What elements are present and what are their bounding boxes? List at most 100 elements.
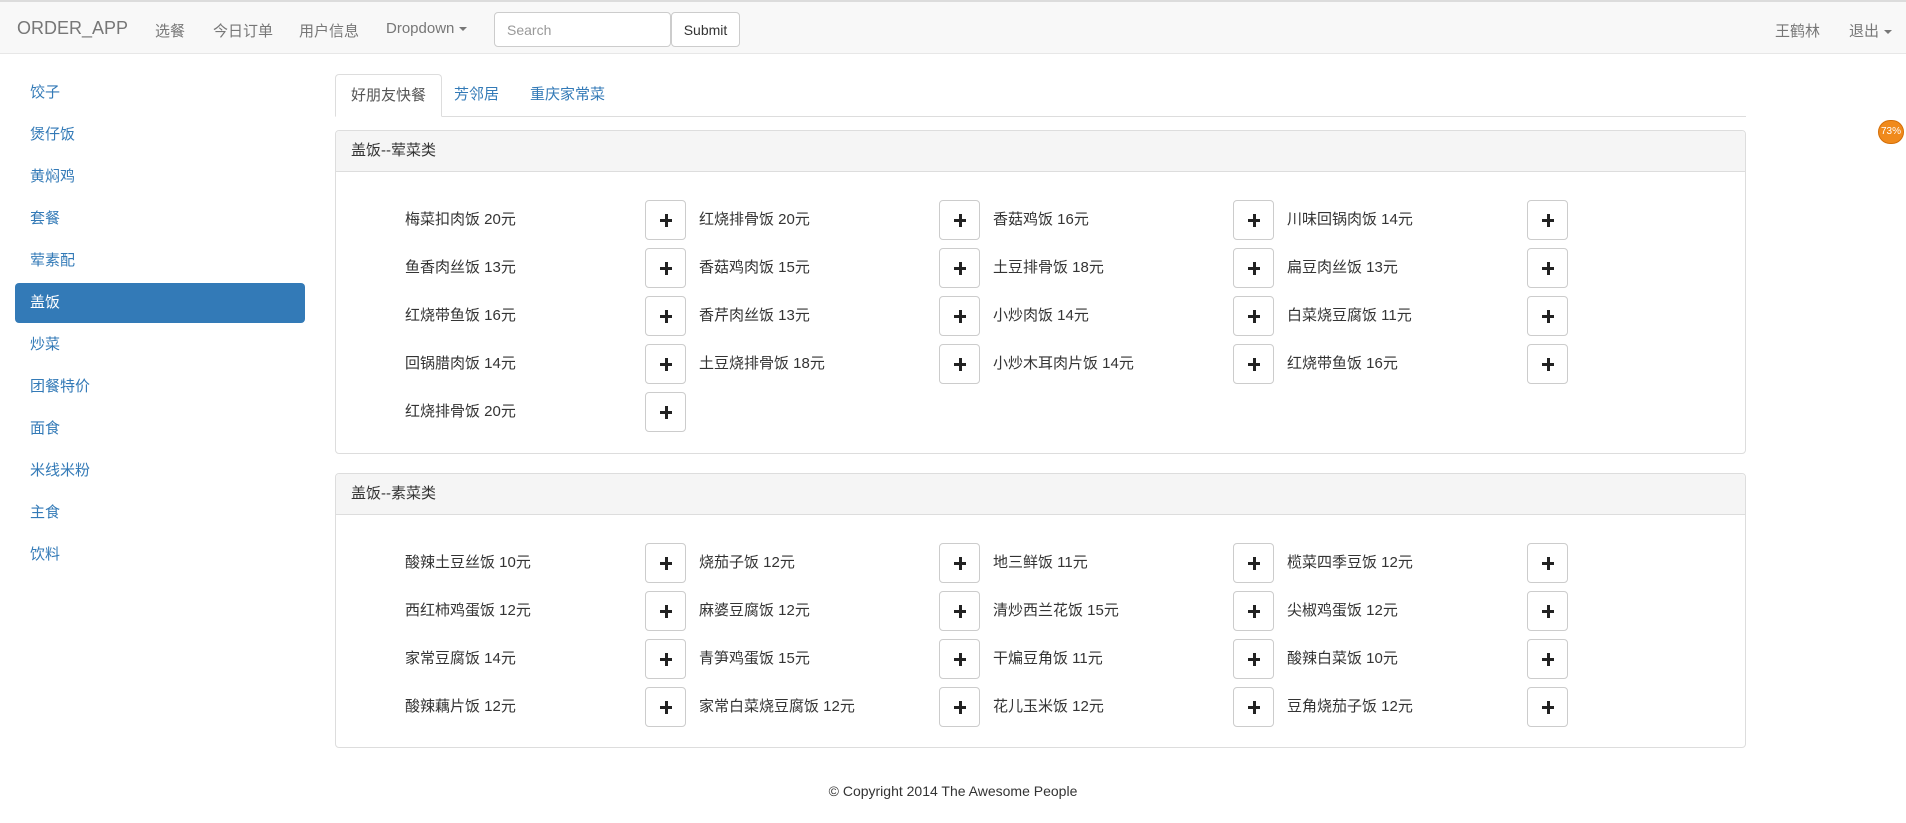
add-dish-button[interactable] — [645, 296, 686, 336]
add-dish-button[interactable] — [1233, 543, 1274, 583]
sidebar-item[interactable]: 套餐 — [15, 199, 305, 239]
sidebar-item[interactable]: 面食 — [15, 409, 305, 449]
panel-meat-dishes: 盖饭--荤菜类 梅菜扣肉饭 20元 红烧排骨饭 20元 香菇鸡饭 16元 川味回锅肉饭… — [335, 130, 1746, 454]
add-dish-button[interactable] — [939, 639, 980, 679]
add-dish-button[interactable] — [939, 543, 980, 583]
nav-link-select-meal[interactable]: 选餐 — [155, 20, 185, 41]
dish-label: 回锅腊肉饭 14元 — [405, 355, 516, 372]
submit-button[interactable]: Submit — [671, 12, 740, 47]
dish-label: 红烧排骨饭 20元 — [405, 403, 516, 420]
add-dish-button[interactable] — [645, 248, 686, 288]
dish-label: 白菜烧豆腐饭 11元 — [1287, 307, 1412, 324]
dish-label: 红烧带鱼饭 16元 — [405, 307, 516, 324]
sidebar-item[interactable]: 团餐特价 — [15, 367, 305, 407]
dish-label: 红烧排骨饭 20元 — [699, 211, 810, 228]
dish-label: 小炒肉饭 14元 — [993, 307, 1089, 324]
dish-label: 麻婆豆腐饭 12元 — [699, 602, 810, 619]
dish-label: 香菇鸡饭 16元 — [993, 211, 1089, 228]
dish-label: 扁豆肉丝饭 13元 — [1287, 259, 1398, 276]
dish-label: 西红柿鸡蛋饭 12元 — [405, 602, 531, 619]
dish-label: 酸辣白菜饭 10元 — [1287, 650, 1398, 667]
dish-label: 家常白菜烧豆腐饭 12元 — [699, 698, 855, 715]
add-dish-button[interactable] — [1233, 687, 1274, 727]
add-dish-button[interactable] — [1527, 344, 1568, 384]
sidebar-item[interactable]: 炒菜 — [15, 325, 305, 365]
add-dish-button[interactable] — [1233, 639, 1274, 679]
sidebar-item[interactable]: 盖饭 — [15, 283, 305, 323]
tab-fanglinju[interactable]: 芳邻居 — [439, 74, 514, 117]
dish-label: 榄菜四季豆饭 12元 — [1287, 554, 1413, 571]
restaurant-tabs: 好朋友快餐 芳邻居 重庆家常菜 — [335, 74, 1746, 117]
logout-label: 退出 — [1849, 23, 1880, 40]
dish-label: 干煸豆角饭 11元 — [993, 650, 1103, 667]
dish-label: 青笋鸡蛋饭 15元 — [699, 650, 810, 667]
dish-label: 香芹肉丝饭 13元 — [699, 307, 810, 324]
add-dish-button[interactable] — [645, 344, 686, 384]
add-dish-button[interactable] — [1233, 200, 1274, 240]
dish-label: 家常豆腐饭 14元 — [405, 650, 516, 667]
dish-label: 地三鲜饭 11元 — [993, 554, 1088, 571]
caret-down-icon — [459, 27, 468, 32]
nav-dropdown-label: Dropdown — [386, 20, 455, 37]
tab-chongqing[interactable]: 重庆家常菜 — [515, 74, 620, 117]
panel-title: 盖饭--荤菜类 — [336, 131, 1745, 172]
add-dish-button[interactable] — [939, 296, 980, 336]
panel-vegetable-dishes: 盖饭--素菜类 酸辣土豆丝饭 10元 烧茄子饭 12元 地三鲜饭 11元 榄菜四季豆饭… — [335, 473, 1746, 748]
dish-label: 花儿玉米饭 12元 — [993, 698, 1104, 715]
add-dish-button[interactable] — [1233, 344, 1274, 384]
add-dish-button[interactable] — [1527, 248, 1568, 288]
sidebar-item[interactable]: 主食 — [15, 493, 305, 533]
dish-label: 梅菜扣肉饭 20元 — [405, 211, 516, 228]
add-dish-button[interactable] — [645, 639, 686, 679]
dish-label: 小炒木耳肉片饭 14元 — [993, 355, 1134, 372]
dish-label: 红烧带鱼饭 16元 — [1287, 355, 1398, 372]
add-dish-button[interactable] — [939, 344, 980, 384]
floating-progress-badge[interactable]: 73% — [1878, 120, 1904, 144]
sidebar-item[interactable]: 饮料 — [15, 535, 305, 575]
caret-down-icon — [1884, 30, 1893, 35]
dish-label: 烧茄子饭 12元 — [699, 554, 795, 571]
navbar: ORDER_APP 选餐 今日订单 用户信息 Dropdown Submit 王… — [0, 0, 1906, 54]
add-dish-button[interactable] — [1527, 687, 1568, 727]
add-dish-button[interactable] — [1527, 591, 1568, 631]
add-dish-button[interactable] — [1527, 639, 1568, 679]
add-dish-button[interactable] — [1527, 296, 1568, 336]
dish-label: 香菇鸡肉饭 15元 — [699, 259, 810, 276]
add-dish-button[interactable] — [939, 200, 980, 240]
brand-logo[interactable]: ORDER_APP — [17, 18, 128, 39]
add-dish-button[interactable] — [939, 248, 980, 288]
add-dish-button[interactable] — [645, 392, 686, 432]
sidebar-item[interactable]: 米线米粉 — [15, 451, 305, 491]
search-input[interactable] — [494, 12, 671, 47]
add-dish-button[interactable] — [939, 591, 980, 631]
add-dish-button[interactable] — [1233, 296, 1274, 336]
add-dish-button[interactable] — [1233, 248, 1274, 288]
tab-haopengyou[interactable]: 好朋友快餐 — [335, 74, 443, 117]
dish-label: 豆角烧茄子饭 12元 — [1287, 698, 1413, 715]
dish-label: 尖椒鸡蛋饭 12元 — [1287, 602, 1398, 619]
dish-label: 清炒西兰花饭 15元 — [993, 602, 1119, 619]
sidebar-item[interactable]: 荤素配 — [15, 241, 305, 281]
sidebar-category-nav: 饺子 煲仔饭 黄焖鸡 套餐 荤素配 盖饭 炒菜 团餐特价 面食 米线米粉 主食 饮料 — [15, 73, 305, 577]
add-dish-button[interactable] — [645, 200, 686, 240]
footer-copyright: © Copyright 2014 The Awesome People — [828, 783, 1078, 799]
nav-link-user-info[interactable]: 用户信息 — [299, 20, 359, 41]
add-dish-button[interactable] — [645, 687, 686, 727]
add-dish-button[interactable] — [645, 543, 686, 583]
panel-title: 盖饭--素菜类 — [336, 474, 1745, 515]
user-name[interactable]: 王鹤林 — [1775, 20, 1820, 41]
dish-label: 土豆烧排骨饭 18元 — [699, 355, 825, 372]
add-dish-button[interactable] — [1527, 200, 1568, 240]
add-dish-button[interactable] — [1527, 543, 1568, 583]
logout-dropdown[interactable]: 退出 — [1849, 20, 1893, 41]
add-dish-button[interactable] — [1233, 591, 1274, 631]
nav-link-today-orders[interactable]: 今日订单 — [213, 20, 273, 41]
add-dish-button[interactable] — [939, 687, 980, 727]
sidebar-item[interactable]: 煲仔饭 — [15, 115, 305, 155]
sidebar-item[interactable]: 饺子 — [15, 73, 305, 113]
dish-label: 土豆排骨饭 18元 — [993, 259, 1104, 276]
nav-dropdown[interactable]: Dropdown — [386, 20, 468, 37]
dish-label: 酸辣土豆丝饭 10元 — [405, 554, 531, 571]
add-dish-button[interactable] — [645, 591, 686, 631]
sidebar-item[interactable]: 黄焖鸡 — [15, 157, 305, 197]
